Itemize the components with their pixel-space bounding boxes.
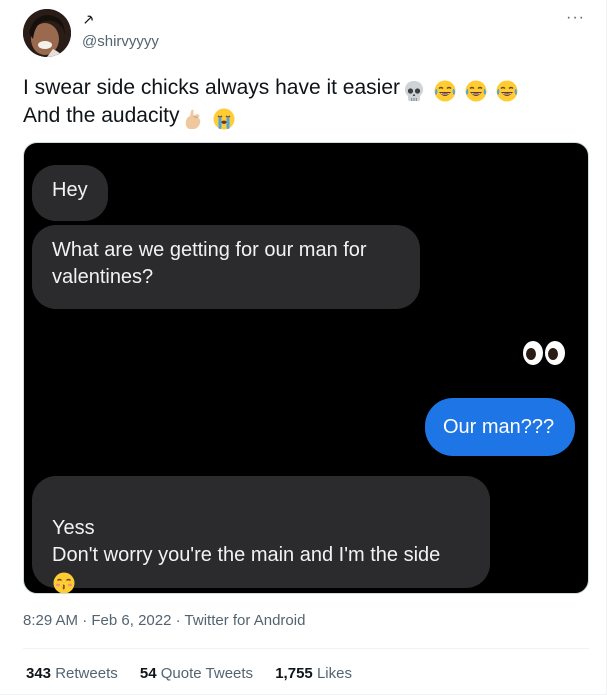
tweet-text-line-1: I swear side chicks always have it easie… bbox=[23, 75, 520, 105]
likes-stat[interactable]: 1,755 Likes bbox=[275, 665, 352, 682]
pinching-hand-emoji bbox=[186, 109, 201, 129]
message-bubble-outgoing: Our man??? bbox=[425, 398, 575, 456]
avatar[interactable] bbox=[23, 9, 71, 57]
message-bubble-incoming: Yess Don't worry you're the main and I'm… bbox=[32, 476, 490, 593]
more-options-icon[interactable]: ··· bbox=[566, 10, 585, 26]
loudly-crying-emoji bbox=[213, 108, 235, 130]
emoji-group-1 bbox=[402, 79, 520, 105]
retweets-count: 343 bbox=[26, 665, 52, 682]
meta-separator: · bbox=[175, 612, 181, 629]
skull-emoji bbox=[405, 81, 423, 101]
tweet-card: ⸕ @shirvyyyy ··· I swear side chicks alw… bbox=[0, 0, 607, 695]
likes-count: 1,755 bbox=[275, 665, 313, 682]
tweet-text-1: I swear side chicks always have it easie… bbox=[23, 76, 400, 99]
retweets-stat[interactable]: 343 Retweets bbox=[26, 665, 118, 682]
tweet-stats: 343 Retweets 54 Quote Tweets 1,755 Likes bbox=[26, 665, 370, 683]
joy-emoji bbox=[434, 80, 456, 102]
quotes-label: Quote Tweets bbox=[160, 665, 254, 682]
tweet-text-2: And the audacity bbox=[23, 104, 180, 127]
tweet-time[interactable]: 8:29 AM bbox=[23, 612, 78, 629]
joy-emoji bbox=[496, 80, 518, 102]
tweet-date[interactable]: Feb 6, 2022 bbox=[91, 612, 171, 629]
tweet-source[interactable]: Twitter for Android bbox=[185, 612, 306, 629]
kissing-emoji bbox=[53, 572, 75, 593]
emoji-group-2 bbox=[181, 107, 237, 133]
tweet-meta: 8:29 AM · Feb 6, 2022 · Twitter for Andr… bbox=[23, 612, 305, 630]
message-text: Yess Don't worry you're the main and I'm… bbox=[52, 517, 441, 566]
quote-tweets-stat[interactable]: 54 Quote Tweets bbox=[140, 665, 253, 682]
chat-screenshot[interactable]: Hey What are we getting for our man for … bbox=[23, 142, 589, 594]
message-bubble-incoming: Hey bbox=[32, 165, 108, 221]
tweet-text-line-2: And the audacity bbox=[23, 103, 237, 133]
meta-separator: · bbox=[82, 612, 88, 629]
likes-label: Likes bbox=[316, 665, 352, 682]
user-handle[interactable]: @shirvyyyy bbox=[82, 33, 159, 51]
joy-emoji bbox=[465, 80, 487, 102]
retweets-label: Retweets bbox=[55, 665, 118, 682]
display-name[interactable]: ⸕ bbox=[83, 11, 94, 29]
quotes-count: 54 bbox=[139, 665, 157, 682]
message-bubble-incoming: What are we getting for our man for vale… bbox=[32, 225, 420, 309]
divider bbox=[23, 648, 589, 649]
eyes-emoji bbox=[523, 341, 565, 365]
